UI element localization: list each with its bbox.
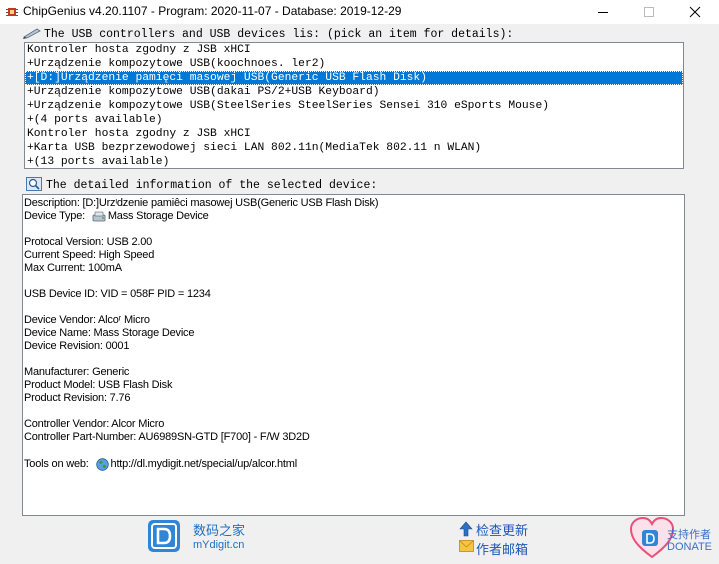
close-button[interactable]	[672, 0, 718, 24]
device-list-item[interactable]: Kontroler hosta zgodny z JSB xHCI	[25, 43, 683, 57]
device-list[interactable]: Kontroler hosta zgodny z JSB xHCI +Urząd…	[24, 42, 684, 169]
tools-label: Tools on web:	[24, 458, 89, 470]
site-name[interactable]: 数码之家	[193, 520, 245, 539]
envelope-icon	[459, 540, 474, 552]
title-bar: ChipGenius v4.20.1107 - Program: 2020-11…	[0, 0, 719, 24]
site-url[interactable]: mYdigit.cn	[193, 539, 244, 551]
maximize-icon	[644, 7, 654, 17]
device-list-item[interactable]: +(13 ports available)	[25, 155, 683, 168]
device-list-item[interactable]: +Urządzenie kompozytowe USB(SteelSeries …	[25, 99, 683, 113]
device-details-panel: Description: [D:]Urzᶦdzenie pamiêci maso…	[22, 194, 685, 516]
device-list-item[interactable]: +(4 ports available)	[25, 113, 683, 127]
pen-icon	[23, 28, 41, 39]
detail-max-current: Max Current: 100mA	[24, 262, 122, 274]
detail-device-name: Device Name: Mass Storage Device	[24, 327, 195, 339]
detail-description: Description: [D:]Urzᶦdzenie pamiêci maso…	[24, 197, 379, 209]
mydigit-logo[interactable]	[147, 519, 181, 553]
device-list-item[interactable]: +Urządzenie kompozytowe USB(koochnoes. l…	[25, 57, 683, 71]
detail-manufacturer: Manufacturer: Generic	[24, 366, 130, 378]
device-list-item[interactable]: +Urządzenie kompozytowe USB(dakai PS/2+U…	[25, 85, 683, 99]
details-section-label: The detailed information of the selected…	[46, 179, 378, 192]
support-author-link[interactable]: 支持作者	[667, 526, 711, 542]
detail-product-revision: Product Revision: 7.76	[24, 392, 131, 404]
up-arrow-icon	[459, 521, 473, 537]
globe-icon	[95, 457, 109, 471]
chip-icon	[6, 8, 18, 16]
device-list-item[interactable]: +Karta USB bezprzewodowej sieci LAN 802.…	[25, 141, 683, 155]
maximize-button[interactable]	[626, 0, 672, 24]
device-list-item-selected[interactable]: +[D:]Urządzenie pamięci masowej USB(Gene…	[25, 71, 683, 85]
check-update-link[interactable]: 检查更新	[476, 520, 528, 539]
device-type-label: Device Type:	[24, 210, 85, 222]
email-author-link[interactable]: 作者邮箱	[476, 539, 528, 558]
close-icon	[689, 6, 701, 18]
tools-url-link[interactable]: http://dl.mydigit.net/special/up/alcor.h…	[111, 458, 298, 470]
minimize-button[interactable]	[580, 0, 626, 24]
donate-link[interactable]: DONATE	[667, 541, 712, 553]
devices-section-label: The USB controllers and USB devices lis:…	[44, 28, 514, 41]
detail-protocol: Protocal Version: USB 2.00	[24, 236, 153, 248]
detail-controller-part: Controller Part-Number: AU6989SN-GTD [F7…	[24, 431, 310, 443]
minimize-icon	[598, 12, 608, 13]
detail-speed: Current Speed: High Speed	[24, 249, 155, 261]
footer: 数码之家 mYdigit.cn 检查更新 作者邮箱 支持作者 DONATE	[0, 516, 719, 564]
detail-controller-vendor: Controller Vendor: Alcor Micro	[24, 418, 165, 430]
detail-device-type: Device Type: Mass Storage Device	[24, 210, 684, 223]
detail-vendor: Device Vendor: Alcoʳ Micro	[24, 314, 150, 326]
magnifier-icon	[26, 177, 42, 191]
device-type-value: Mass Storage Device	[107, 210, 209, 222]
detail-device-revision: Device Revision: 0001	[24, 340, 130, 352]
detail-product-model: Product Model: USB Flash Disk	[24, 379, 173, 391]
device-list-item[interactable]: Kontroler hosta zgodny z JSB xHCI	[25, 127, 683, 141]
drive-icon	[92, 211, 106, 221]
detail-device-id: USB Device ID: VID = 058F PID = 1234	[24, 288, 211, 300]
detail-tools: Tools on web: http://dl.mydigit.net/spec…	[24, 457, 684, 471]
window-title: ChipGenius v4.20.1107 - Program: 2020-11…	[23, 4, 402, 18]
